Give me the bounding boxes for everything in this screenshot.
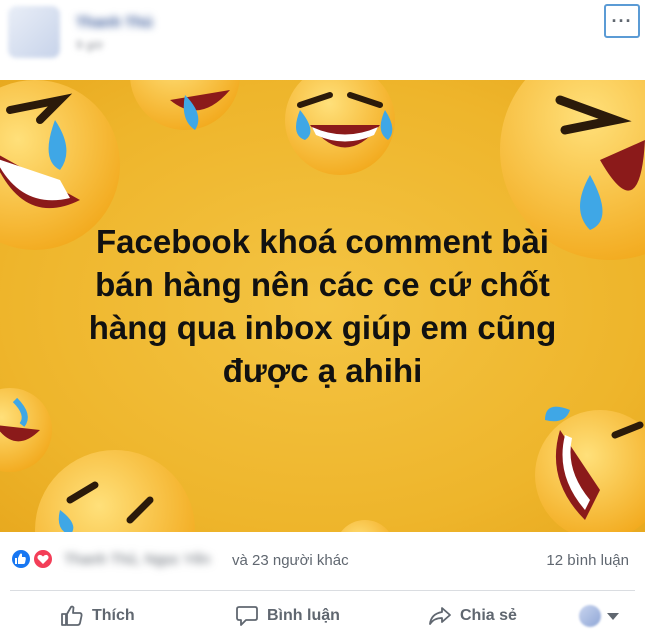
headline-line: bán hàng nên các ce cứ chốt (95, 266, 550, 303)
share-button[interactable]: Chia sẻ (428, 592, 517, 640)
like-label: Thích (92, 607, 135, 624)
post-headline: Facebook khoá comment bài bán hàng nên c… (40, 220, 605, 392)
reaction-others-count[interactable]: và 23 người khác (232, 552, 349, 569)
reaction-summary: Thanh Thủ, Ngọc Yến và 23 người khác 12 … (0, 532, 645, 588)
share-label: Chia sẻ (460, 607, 517, 624)
comment-count[interactable]: 12 bình luận (546, 552, 629, 569)
comment-button[interactable]: Bình luận (235, 592, 340, 640)
share-icon (429, 607, 451, 625)
like-icon[interactable] (10, 548, 32, 570)
thumbs-up-icon (61, 605, 83, 626)
comment-label: Bình luận (267, 607, 340, 624)
love-icon[interactable] (32, 548, 54, 570)
comment-icon (236, 606, 258, 626)
laughing-emoji-icon (535, 406, 645, 532)
more-options-button[interactable]: ··· (604, 4, 640, 38)
author-avatar[interactable] (8, 6, 60, 58)
post-image[interactable]: Facebook khoá comment bài bán hàng nên c… (0, 80, 645, 532)
author-name[interactable]: Thanh Thủ (76, 14, 153, 31)
audience-selector[interactable] (579, 600, 619, 632)
post-header: Thanh Thủ 9 giờ ··· (0, 0, 645, 80)
headline-line: được ạ ahihi (222, 352, 423, 389)
audience-avatar (579, 605, 601, 627)
post-timestamp[interactable]: 9 giờ (76, 38, 103, 52)
reacted-names[interactable]: Thanh Thủ, Ngọc Yến (64, 551, 210, 568)
chevron-down-icon (607, 612, 619, 620)
divider (10, 590, 635, 591)
headline-line: Facebook khoá comment bài (96, 223, 549, 260)
headline-line: hàng qua inbox giúp em cũng (88, 309, 557, 346)
action-bar: Thích Bình luận Chia sẻ (0, 592, 645, 643)
laughing-emoji-icon (0, 388, 52, 472)
like-button[interactable]: Thích (60, 592, 135, 640)
laughing-emoji-icon (130, 80, 240, 130)
laughing-emoji-icon (341, 520, 389, 532)
laughing-emoji-icon (285, 80, 395, 175)
laughing-emoji-icon (35, 450, 195, 532)
